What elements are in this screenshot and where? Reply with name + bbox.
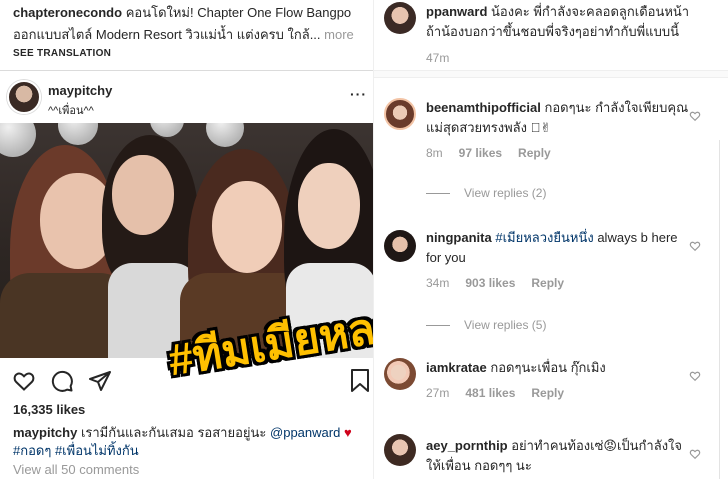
comment-like-count[interactable]: 97 likes — [459, 146, 502, 160]
post-username[interactable]: maypitchy — [48, 83, 112, 98]
view-replies-label: View replies (2) — [464, 186, 547, 200]
avatar[interactable] — [384, 434, 416, 466]
view-all-comments-link[interactable]: View all 50 comments — [13, 462, 139, 477]
see-translation-link[interactable]: SEE TRANSLATION — [13, 48, 111, 59]
comment-like-count[interactable]: 481 likes — [465, 386, 515, 400]
comment-like-count[interactable]: 903 likes — [465, 276, 515, 290]
post-location[interactable]: ^^เพื่อน^^ — [48, 101, 94, 119]
view-replies-button[interactable]: View replies (5) — [426, 318, 546, 332]
comment-hashtag[interactable]: #เมียหลวงยืนหนึ่ง — [495, 230, 593, 245]
heart-icon[interactable] — [689, 448, 701, 460]
comment-text: กอดๆนะเพื่อน กุ๊กเมิง — [490, 360, 606, 375]
comment-username[interactable]: ningpanita — [426, 230, 492, 245]
avatar[interactable] — [7, 80, 41, 114]
view-replies-button[interactable]: View replies (2) — [426, 186, 546, 200]
avatar[interactable] — [384, 98, 416, 130]
heart-icon[interactable] — [689, 240, 701, 252]
comment-username[interactable]: ppanward — [426, 4, 487, 19]
comment-time: 47m — [426, 51, 450, 65]
heart-icon[interactable] — [689, 110, 701, 122]
sponsored-username[interactable]: chapteronecondo — [13, 5, 122, 20]
reply-button[interactable]: Reply — [531, 386, 564, 400]
view-replies-label: View replies (5) — [464, 318, 547, 332]
comment-time: 27m — [426, 386, 450, 400]
more-options-icon[interactable]: ··· — [350, 86, 367, 102]
comment-icon[interactable] — [50, 369, 74, 393]
comment-username[interactable]: aey_pornthip — [426, 438, 508, 453]
post-actions — [12, 369, 112, 393]
caption-username[interactable]: maypitchy — [13, 425, 77, 440]
avatar[interactable] — [384, 358, 416, 390]
avatar[interactable] — [384, 2, 416, 34]
divider — [374, 70, 728, 78]
comment-time: 8m — [426, 146, 443, 160]
sponsored-caption: chapteronecondo คอนโดใหม่! Chapter One F… — [13, 2, 363, 46]
heart-icon[interactable] — [689, 370, 701, 382]
reply-button[interactable]: Reply — [531, 276, 564, 290]
post-caption: maypitchy เรามีกันและกันเสมอ รอสายอยู่นะ… — [13, 424, 363, 460]
comments-panel: ppanward น้องคะ พี่กำลังจะคลอดลูกเดือนหน… — [373, 0, 728, 479]
caption-text: เรามีกันและกันเสมอ รอสายอยู่นะ — [80, 425, 267, 440]
comment-time: 34m — [426, 276, 450, 290]
divider — [0, 70, 373, 71]
caption-mention[interactable]: @ppanward — [270, 425, 340, 440]
reply-button[interactable]: Reply — [518, 146, 551, 160]
instagram-post-panel: chapteronecondo คอนโดใหม่! Chapter One F… — [0, 0, 373, 479]
scrollbar[interactable] — [719, 140, 725, 479]
more-link[interactable]: more — [324, 27, 354, 42]
avatar[interactable] — [384, 230, 416, 262]
caption-hashtags[interactable]: #กอดๆ #เพื่อนไม่ทิ้งกัน — [13, 443, 139, 458]
comment-username[interactable]: iamkratae — [426, 360, 487, 375]
like-count[interactable]: 16,335 likes — [13, 402, 85, 417]
red-heart-emoji: ♥ — [343, 425, 352, 440]
heart-icon[interactable] — [12, 369, 36, 393]
comment-username[interactable]: beenamthipofficial — [426, 100, 541, 115]
share-icon[interactable] — [88, 369, 112, 393]
